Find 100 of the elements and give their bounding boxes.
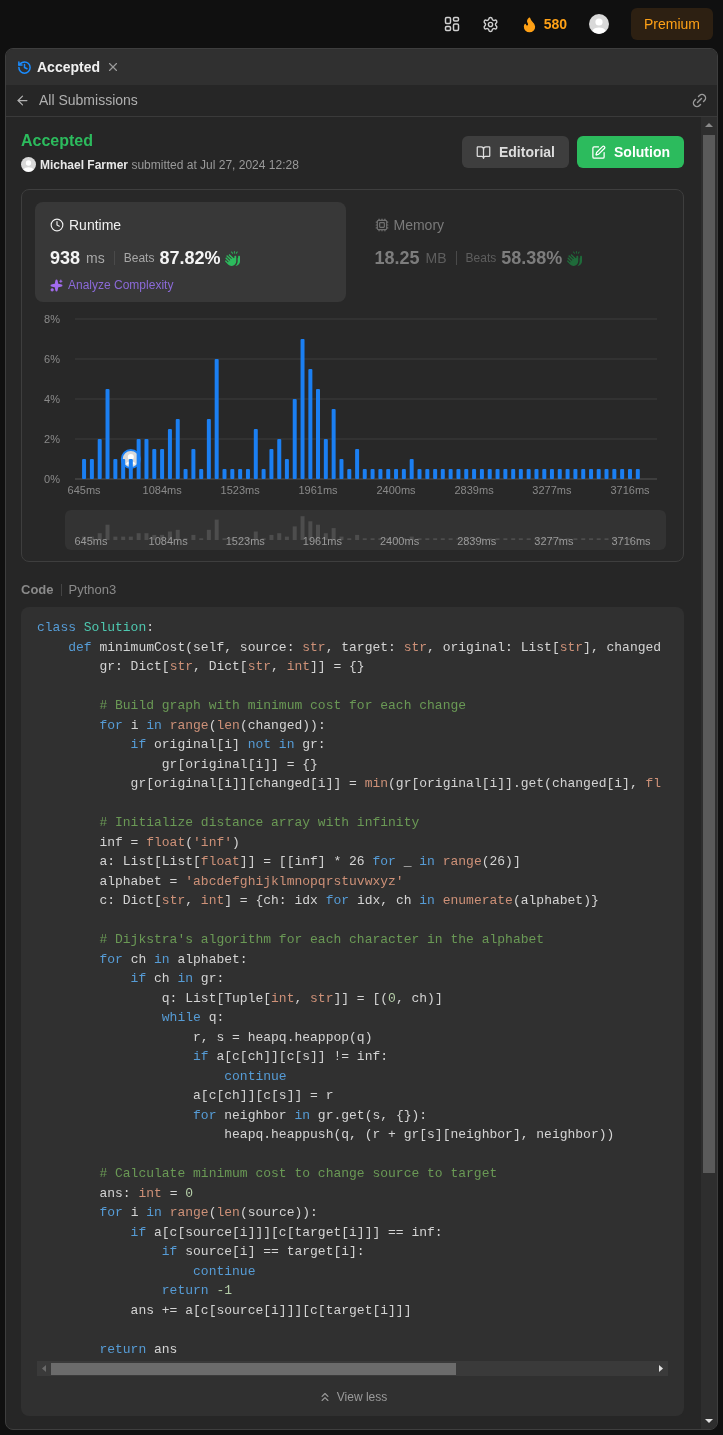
overview-label: 3716ms xyxy=(611,533,651,549)
chart-bar xyxy=(401,469,406,479)
axis-label: 0% xyxy=(44,473,60,485)
axis-label: 2400ms xyxy=(376,484,416,496)
book-icon xyxy=(476,144,491,160)
chart-bar xyxy=(604,469,609,479)
code-line: r, s = heapq.heappop(q) xyxy=(192,1028,374,1047)
code-line: for i in range(len(source)): xyxy=(98,1204,319,1222)
submission-tab[interactable]: Accepted xyxy=(17,56,101,78)
chart-bar xyxy=(526,469,531,479)
code-line: if ch in gr: xyxy=(129,970,226,988)
sparkles-icon xyxy=(50,278,63,292)
axis-label: 3277ms xyxy=(532,484,572,496)
metric-card[interactable]: Runtime 938 ms Beats 87.82% Analyze Complexity xyxy=(35,202,346,302)
code-line: ans += a[c[source[i]]][c[target[i]]] xyxy=(129,1301,413,1320)
metric-label: Runtime xyxy=(69,215,122,235)
avatar-icon xyxy=(21,157,36,172)
chart-bar xyxy=(573,469,578,479)
code-line: # Build graph with minimum cost for each change xyxy=(98,697,468,715)
vertical-scrollbar[interactable] xyxy=(701,117,717,1429)
code-label: Code xyxy=(21,581,54,600)
chart-bar xyxy=(339,459,344,479)
code-line: if source[i] == target[i]: xyxy=(160,1243,366,1261)
chart-bar xyxy=(635,469,640,479)
chart-bar xyxy=(495,469,500,479)
view-less-button[interactable]: View less xyxy=(317,1388,388,1406)
chart-bar xyxy=(425,469,430,479)
submission-byline: Michael Farmer submitted at Jul 27, 2024 12:28 xyxy=(40,156,299,174)
chart-bar xyxy=(284,459,289,479)
code-line: if original[i] not in gr: xyxy=(129,736,327,754)
chart-bar xyxy=(277,439,282,479)
chart-bar xyxy=(136,439,141,479)
code-line: return -1 xyxy=(160,1282,234,1300)
pen-square-icon xyxy=(591,144,606,160)
chart-bar xyxy=(253,429,258,479)
chart-bar xyxy=(386,469,391,479)
code-line: heapq.heappush(q, (r + gr[s][neighbor], neighbor)) xyxy=(223,1126,616,1144)
clapping-hands-icon xyxy=(225,250,241,266)
axis-label: 1523ms xyxy=(220,484,260,496)
code-line: for i in range(len(changed)): xyxy=(98,716,327,735)
beats-label: Beats xyxy=(123,250,155,267)
back-link[interactable]: All Submissions xyxy=(15,90,138,111)
chart-bar xyxy=(534,469,539,479)
code-line: if a[c[ch]][c[s]] != inf: xyxy=(192,1048,390,1066)
code-line: while q: xyxy=(160,1009,226,1027)
chart-bar xyxy=(238,469,243,479)
chart-bar xyxy=(448,469,453,479)
chart-bar xyxy=(152,449,157,479)
horizontal-scrollbar[interactable] xyxy=(37,1361,668,1376)
chart-bar xyxy=(472,469,477,479)
axis-label: 6% xyxy=(44,353,60,365)
axis-label: 3716ms xyxy=(610,484,650,496)
chart-bar xyxy=(121,459,126,479)
axis-label: 8% xyxy=(44,313,60,325)
overview-label: 1523ms xyxy=(225,533,265,549)
code-line: continue xyxy=(192,1262,257,1281)
grid-icon[interactable] xyxy=(443,16,460,32)
chart-bar xyxy=(113,459,118,479)
chart-bar xyxy=(542,469,547,479)
chart-bar xyxy=(581,469,586,479)
beats-value: 58.38% xyxy=(501,246,563,270)
chart-bar xyxy=(394,469,399,479)
chart-bar xyxy=(199,469,204,479)
chart-bar xyxy=(144,439,149,479)
chart-bar xyxy=(518,469,523,479)
axis-label: 1961ms xyxy=(298,484,338,496)
chart-bar xyxy=(565,469,570,479)
overview-label: 645ms xyxy=(74,533,108,549)
code-line: c: Dict[str, int] = {ch: idx for idx, ch in enumerate(alphabet)} xyxy=(98,892,600,910)
range-overview[interactable]: 645ms 1084ms 1523ms 1961ms 2400ms 2839ms 3277ms 3716ms xyxy=(65,510,666,550)
overview-label: 2839ms xyxy=(457,533,497,549)
chart-bar xyxy=(628,469,632,479)
axis-label: 2% xyxy=(44,433,60,445)
code-line: a[c[ch]][c[s]] = r xyxy=(192,1087,335,1105)
chart-bar xyxy=(222,469,227,479)
chart-bar xyxy=(355,449,360,479)
chart-bar xyxy=(464,469,469,479)
streak-count[interactable]: 580 xyxy=(543,13,567,35)
chart-bar xyxy=(433,469,438,479)
code-line: inf = float('inf') xyxy=(98,833,241,852)
overview-label: 1961ms xyxy=(302,533,342,549)
chart-bar xyxy=(245,469,250,479)
beats-value: 87.82% xyxy=(159,246,221,270)
code-line: return ans xyxy=(98,1340,179,1359)
metric-value: 938 xyxy=(50,246,81,270)
language-label: Python3 xyxy=(68,581,117,600)
axis-label: 4% xyxy=(44,393,60,405)
code-line: if a[c[source[i]]][c[target[i]]] == inf: xyxy=(129,1223,444,1242)
chart-bar xyxy=(191,449,196,479)
code-line: def minimumCost(self, source: str, target: str, original: List[str], changed xyxy=(67,638,663,657)
code-line: gr: Dict[str, Dict[str, int]] = {} xyxy=(98,658,366,676)
editorial-button[interactable]: Editorial xyxy=(462,136,569,168)
chart-bar xyxy=(160,449,165,479)
code-line: continue xyxy=(223,1067,288,1086)
chart-bar xyxy=(596,469,601,479)
chart-bar xyxy=(331,409,336,479)
premium-button[interactable]: Premium xyxy=(631,8,713,40)
chart-bar xyxy=(417,469,422,479)
settings-icon[interactable] xyxy=(481,15,499,33)
code-line: # Calculate minimum cost to change source to target xyxy=(98,1165,499,1183)
